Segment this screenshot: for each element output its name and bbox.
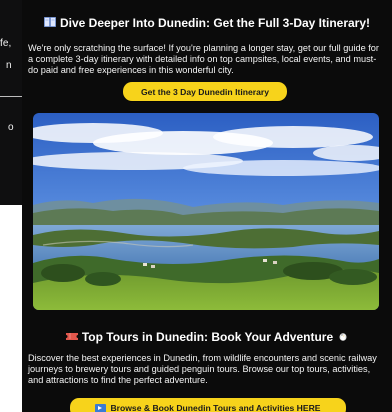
tours-description: Discover the best experiences in Dunedin… [28,353,377,385]
tours-heading: Top Tours in Dunedin: Book Your Adventur… [28,330,386,345]
browse-tours-button[interactable]: Browse & Book Dunedin Tours and Activiti… [70,398,346,412]
browse-tours-button-label: Browse & Book Dunedin Tours and Activiti… [110,403,321,412]
sidebar-text-fragment: n [6,60,12,71]
sidebar-text-fragment: o [8,122,14,133]
sidebar-divider [0,96,22,97]
itinerary-description: We're only scratching the surface! If yo… [28,43,379,75]
page: fe, n o Dive Deeper Into Dunedin: Get th… [0,0,392,412]
landscape-image [33,113,379,310]
ticket-icon [65,331,78,345]
sidebar-text-fragment: fe, [0,38,12,49]
sidebar-fragment: fe, n o [0,0,22,205]
tours-title: Top Tours in Dunedin: Book Your Adventur… [81,330,334,344]
penguin-icon [338,331,348,345]
itinerary-heading: Dive Deeper Into Dunedin: Get the Full 3… [28,16,386,31]
itinerary-title: Dive Deeper Into Dunedin: Get the Full 3… [59,16,371,30]
itinerary-button-label: Get the 3 Day Dunedin Itinerary [141,86,269,97]
play-icon [95,403,107,412]
dunedin-photo [33,113,379,310]
book-icon [44,17,56,31]
itinerary-button[interactable]: Get the 3 Day Dunedin Itinerary [123,82,287,101]
content-panel: Dive Deeper Into Dunedin: Get the Full 3… [22,0,392,412]
